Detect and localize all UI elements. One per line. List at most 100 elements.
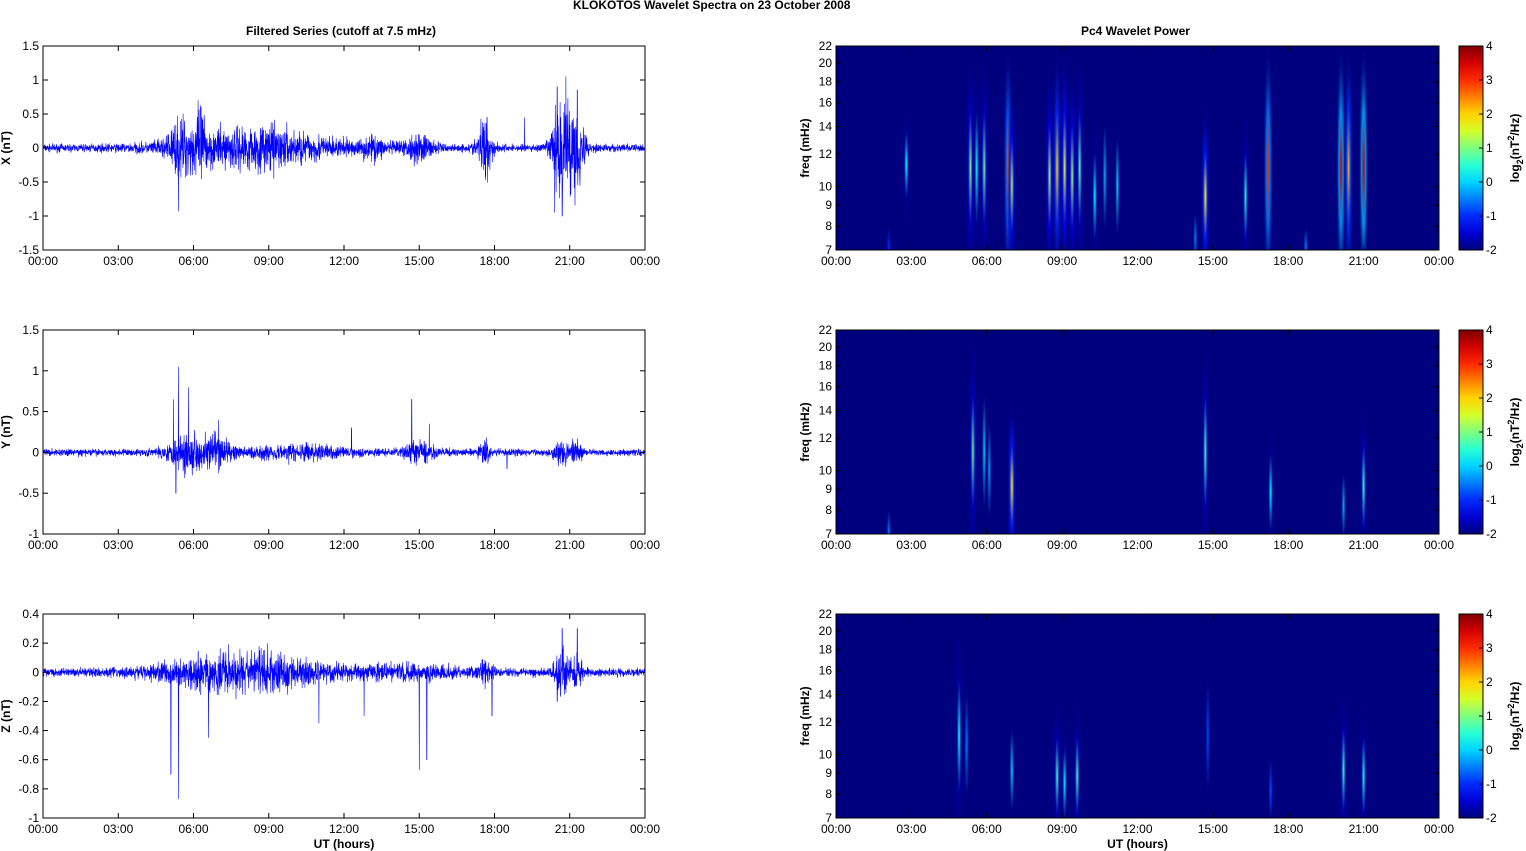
y-tick-label: 20 (819, 340, 833, 354)
y-axis-label: freq (mHz) (798, 402, 812, 461)
x-tick-label: 06:00 (972, 254, 1002, 268)
y-tick-label: 0 (32, 445, 39, 459)
y-axis-label: X (nT) (0, 131, 13, 165)
x-tick-label: 00:00 (28, 822, 58, 836)
y-axis-label: Z (nT) (0, 699, 13, 732)
x-tick-label: 00:00 (821, 538, 851, 552)
y-axis-label: freq (mHz) (798, 686, 812, 745)
y-tick-label: 18 (819, 359, 833, 373)
colorbar-tick-label: -2 (1486, 811, 1497, 825)
x-tick-label: 12:00 (329, 822, 359, 836)
spectrum-panel-x: 78910121416182022freq (mHz)00:00 03:00 06:… (798, 39, 1525, 268)
power-event (883, 200, 894, 250)
x-tick-label: 21:00 (1349, 538, 1379, 552)
x-tick-label: 00:00 (1424, 254, 1454, 268)
x-tick-label: 06:00 (178, 538, 208, 552)
heatmap-background (836, 330, 1439, 534)
x-tick-label: 00:00 (28, 254, 58, 268)
power-event (901, 89, 912, 241)
colorbar-tick-label: -2 (1486, 243, 1497, 257)
colorbar-tick-label: 4 (1486, 39, 1493, 53)
y-tick-label: 1.5 (22, 323, 39, 337)
x-tick-label: 18:00 (479, 538, 509, 552)
power-event (1263, 46, 1274, 250)
colorbar-label-part: log (1508, 164, 1522, 182)
colorbar: 4 3 2 1 0 -1 -2 log2(nT2/Hz) (1458, 39, 1525, 257)
colorbar-label-part: /Hz) (1508, 682, 1522, 704)
power-event (1338, 433, 1349, 534)
x-tick-label: 09:00 (1047, 254, 1077, 268)
x-tick-label: 09:00 (1047, 822, 1077, 836)
y-tick-label: -0.2 (18, 694, 39, 708)
colorbar: 4 3 2 1 0 -1 -2 log2(nT2/Hz) (1458, 607, 1525, 825)
y-tick-label: 0.5 (22, 107, 39, 121)
power-event (883, 484, 894, 534)
y-tick-label: 18 (819, 643, 833, 657)
x-tick-label: 00:00 (28, 538, 58, 552)
y-tick-label: 10 (819, 179, 833, 193)
y-tick-label: 14 (819, 404, 833, 418)
x-axis-label: UT (hours) (1107, 837, 1168, 851)
y-tick-label: 0.4 (22, 607, 39, 621)
x-tick-label: 06:00 (972, 538, 1002, 552)
x-tick-label: 00:00 (630, 254, 660, 268)
colorbar-label-part: (nT (1508, 140, 1522, 159)
x-tick-label: 15:00 (404, 254, 434, 268)
y-tick-label: 0.5 (22, 405, 39, 419)
colorbar-tick-label: 3 (1486, 641, 1493, 655)
y-tick-label: 12 (819, 431, 833, 445)
y-tick-label: 12 (819, 147, 833, 161)
colorbar-tick-label: -1 (1486, 209, 1497, 223)
x-tick-label: 12:00 (1122, 538, 1152, 552)
x-tick-label: 03:00 (896, 538, 926, 552)
y-tick-label: 10 (819, 747, 833, 761)
power-event (1112, 76, 1123, 250)
x-tick-label: 15:00 (1198, 538, 1228, 552)
power-event (1240, 97, 1251, 250)
series-panel-y: -1-0.500.511.5Y (nT)00:00 03:00 06:00 09:00… (0, 323, 660, 552)
y-tick-label: 16 (819, 664, 833, 678)
colorbar-tick-label: -1 (1486, 493, 1497, 507)
y-tick-label: 9 (825, 766, 832, 780)
plot-area (42, 613, 646, 819)
x-tick-label: 15:00 (404, 822, 434, 836)
y-tick-label: 9 (825, 198, 832, 212)
x-tick-label: 18:00 (479, 254, 509, 268)
chart-canvas: -1.5-1-0.500.511.5X (nT)00:00 03:00 06:00 0… (0, 39, 1525, 851)
x-tick-label: 00:00 (821, 822, 851, 836)
colorbar-tick-label: 4 (1486, 323, 1493, 337)
y-tick-label: -0.4 (18, 724, 39, 738)
y-tick-label: -0.5 (18, 486, 39, 500)
y-tick-label: 0.2 (22, 636, 39, 650)
y-tick-label: 1.5 (22, 39, 39, 53)
x-tick-label: 15:00 (1198, 822, 1228, 836)
x-tick-label: 03:00 (103, 254, 133, 268)
x-tick-label: 09:00 (254, 538, 284, 552)
colorbar-label-part: /Hz) (1508, 398, 1522, 420)
colorbar-tick-label: 2 (1486, 675, 1493, 689)
y-axis-label: freq (mHz) (798, 118, 812, 177)
x-tick-label: 03:00 (103, 538, 133, 552)
y-tick-label: 12 (819, 715, 833, 729)
figure: KLOKOTOS Wavelet Spectra on 23 October 2… (0, 0, 1526, 851)
x-tick-label: 03:00 (103, 822, 133, 836)
x-tick-label: 12:00 (1122, 822, 1152, 836)
x-tick-label: 06:00 (178, 254, 208, 268)
y-tick-label: 18 (819, 75, 833, 89)
colorbar-tick-label: 0 (1486, 175, 1493, 189)
colorbar-tick-label: 1 (1486, 709, 1493, 723)
colorbar-tick-label: 3 (1486, 357, 1493, 371)
colorbar-tick-label: 3 (1486, 73, 1493, 87)
colorbar-label-part: /Hz) (1508, 114, 1522, 136)
y-tick-label: 1 (32, 73, 39, 87)
y-axis-label: Y (nT) (0, 415, 13, 449)
y-tick-label: 14 (819, 120, 833, 134)
colorbar-tick-label: 1 (1486, 425, 1493, 439)
power-event (1265, 405, 1276, 534)
x-tick-label: 00:00 (1424, 538, 1454, 552)
y-tick-label: 22 (819, 39, 833, 53)
colorbar-tick-label: 4 (1486, 607, 1493, 621)
y-tick-label: 8 (825, 787, 832, 801)
x-tick-label: 21:00 (555, 254, 585, 268)
x-tick-label: 21:00 (555, 822, 585, 836)
